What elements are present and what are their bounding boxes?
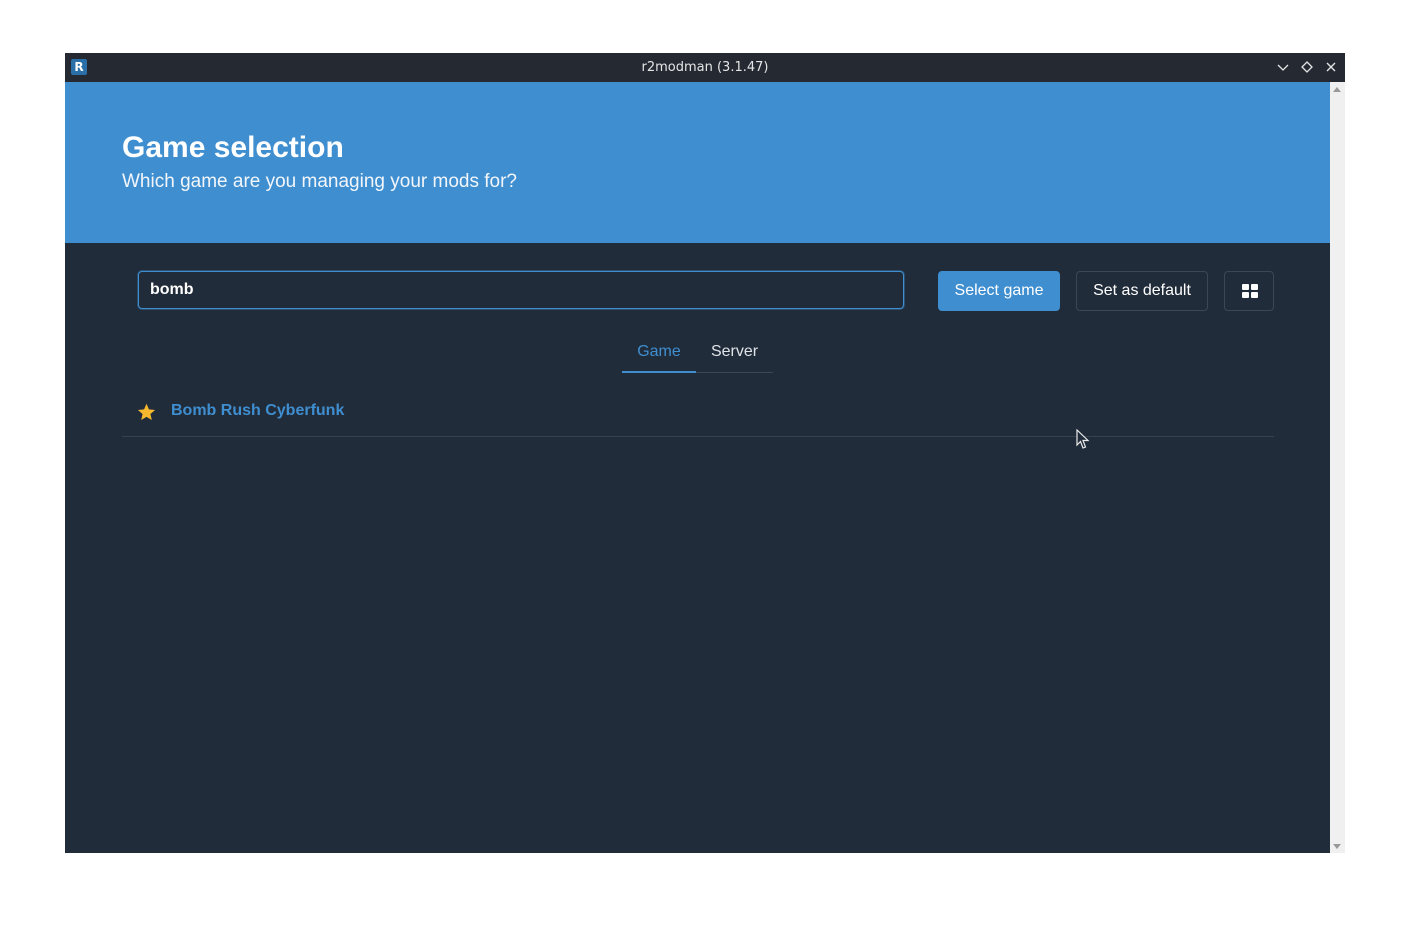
vertical-scrollbar[interactable] [1330, 82, 1345, 853]
page-title: Game selection [122, 131, 344, 164]
close-icon[interactable] [1322, 58, 1340, 76]
mouse-pointer-icon [1076, 428, 1090, 449]
minimize-icon[interactable] [1274, 58, 1292, 76]
select-game-button[interactable]: Select game [938, 271, 1060, 311]
title-bar[interactable]: R r2modman (3.1.47) [65, 53, 1345, 82]
grid-view-icon [1242, 284, 1258, 298]
window-title: r2modman (3.1.47) [641, 60, 769, 75]
game-server-tabs: Game Server [622, 338, 773, 373]
tab-game[interactable]: Game [622, 338, 696, 373]
scroll-down-icon[interactable] [1333, 844, 1341, 849]
game-search-input[interactable] [138, 271, 904, 309]
game-name[interactable]: Bomb Rush Cyberfunk [171, 392, 344, 430]
main-content: Game selection Which game are you managi… [65, 82, 1330, 853]
game-list-item[interactable]: Bomb Rush Cyberfunk [122, 392, 1274, 437]
set-default-button[interactable]: Set as default [1076, 271, 1208, 311]
app-window: R r2modman (3.1.47) Game selection Which… [65, 53, 1345, 853]
tab-server[interactable]: Server [696, 338, 773, 372]
favorite-star-icon[interactable] [137, 403, 156, 421]
page-subtitle: Which game are you managing your mods fo… [122, 171, 517, 192]
maximize-icon[interactable] [1298, 58, 1316, 76]
scroll-up-icon[interactable] [1333, 87, 1341, 92]
hero-banner: Game selection Which game are you managi… [65, 82, 1330, 243]
view-toggle-button[interactable] [1224, 271, 1274, 311]
